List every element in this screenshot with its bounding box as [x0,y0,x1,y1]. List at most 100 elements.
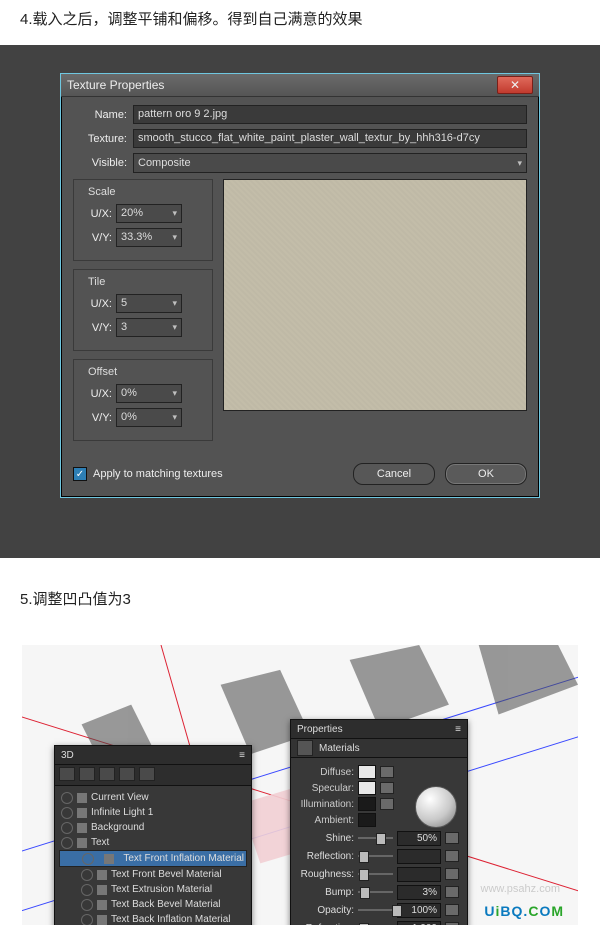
tree-item[interactable]: Background [59,820,247,835]
figure-2-canvas: 3D ≡ Current ViewInfinite Light 1Backgrou… [22,645,578,925]
dialog-titlebar[interactable]: Texture Properties ✕ [61,74,539,97]
visibility-icon[interactable] [61,807,73,819]
tile-ux-select[interactable]: 5▾ [116,294,182,313]
watermark-logo: UiBQ.COM [484,903,564,919]
illumination-swatch[interactable] [358,797,376,811]
scale-ux-select[interactable]: 20%▾ [116,204,182,223]
visible-select[interactable]: Composite ▾ [133,153,527,173]
panel-3d-title: 3D [61,750,74,761]
figure-1-canvas: Texture Properties ✕ Name: pattern oro 9… [0,45,600,558]
panel-properties-sub: Materials [291,739,467,758]
tree-item[interactable]: Infinite Light 1 [59,805,247,820]
ambient-label: Ambient: [299,815,354,826]
offset-vy-select[interactable]: 0%▾ [116,408,182,427]
folder-icon[interactable] [445,850,459,862]
slider-value[interactable] [397,867,441,882]
slider-label: Roughness: [299,869,354,880]
ok-button[interactable]: OK [445,463,527,485]
slider-row: Refraction:1.000 [299,920,459,925]
specular-swatch[interactable] [358,781,376,795]
close-icon: ✕ [510,78,520,92]
visibility-icon[interactable] [61,792,73,804]
tree-item-label: Text Back Inflation Material [111,914,231,925]
tile-header: Tile [82,276,204,288]
dialog-title: Texture Properties [67,78,164,92]
tile-ux-value: 5 [121,295,127,312]
visibility-icon[interactable] [82,853,94,865]
visibility-icon[interactable] [61,822,73,834]
item-icon [77,838,87,848]
texture-preview [223,179,527,411]
slider-value[interactable]: 100% [397,903,441,918]
tile-vy-label: V/Y: [82,322,112,334]
checkbox-checked-icon: ✓ [73,467,87,481]
scale-header: Scale [82,186,204,198]
visibility-icon[interactable] [81,869,93,881]
panel-menu-icon[interactable]: ≡ [239,750,245,761]
slider-thumb[interactable] [359,869,369,881]
tree-item[interactable]: Text Back Inflation Material [59,912,247,925]
scale-vy-label: V/Y: [82,232,112,244]
slider-value[interactable]: 3% [397,885,441,900]
panel-menu-icon[interactable]: ≡ [455,724,461,735]
scale-vy-select[interactable]: 33.3% ▾ [116,228,182,247]
slider-thumb[interactable] [360,887,370,899]
visibility-icon[interactable] [81,899,93,911]
diffuse-swatch[interactable] [358,765,376,779]
panel-3d[interactable]: 3D ≡ Current ViewInfinite Light 1Backgrou… [54,745,252,925]
offset-ux-select[interactable]: 0%▾ [116,384,182,403]
folder-icon[interactable] [445,832,459,844]
folder-icon[interactable] [380,782,394,794]
slider-thumb[interactable] [376,833,386,845]
cancel-button[interactable]: Cancel [353,463,435,485]
tree-item[interactable]: Text [59,835,247,850]
offset-vy-label: V/Y: [82,412,112,424]
texture-input[interactable]: smooth_stucco_flat_white_paint_plaster_w… [133,129,527,148]
chevron-down-icon: ▾ [172,229,177,246]
slider-track[interactable] [358,873,393,875]
slider-value[interactable] [397,849,441,864]
tree-item-label: Text [91,837,109,848]
folder-icon[interactable] [445,886,459,898]
apply-matching-label: Apply to matching textures [93,468,223,480]
apply-matching-checkbox[interactable]: ✓ Apply to matching textures [73,467,223,481]
folder-icon[interactable] [380,766,394,778]
chevron-down-icon: ▾ [172,385,177,402]
tree-item[interactable]: Text Front Inflation Material [59,850,247,867]
slider-track[interactable] [358,891,393,893]
slider-label: Opacity: [299,905,354,916]
slider-track[interactable] [358,909,393,911]
folder-icon[interactable] [445,904,459,916]
folder-icon[interactable] [445,868,459,880]
close-button[interactable]: ✕ [497,76,533,94]
scene-tree[interactable]: Current ViewInfinite Light 1Background Te… [55,786,251,925]
slider-track[interactable] [358,855,393,857]
scale-vy-value: 33.3% [121,229,152,246]
folder-icon[interactable] [380,798,394,810]
tree-item[interactable]: Text Back Bevel Material [59,897,247,912]
tile-vy-select[interactable]: 3▾ [116,318,182,337]
tree-item[interactable]: Text Extrusion Material [59,882,247,897]
slider-track[interactable] [358,837,393,839]
panel-properties[interactable]: Properties≡ Materials Diffuse: Specular:… [290,719,468,925]
item-icon [97,900,107,910]
slider-value[interactable]: 50% [397,831,441,846]
visible-label: Visible: [73,157,133,169]
ambient-swatch[interactable] [358,813,376,827]
item-icon [77,808,87,818]
material-preview-sphere[interactable] [415,786,457,828]
visibility-icon[interactable] [81,884,93,896]
panel-3d-filter-tabs[interactable] [55,765,251,786]
visibility-icon[interactable] [81,914,93,925]
slider-thumb[interactable] [392,905,402,917]
tree-item[interactable]: Current View [59,790,247,805]
slider-value[interactable]: 1.000 [397,921,441,925]
slider-thumb[interactable] [359,851,369,863]
name-input[interactable]: pattern oro 9 2.jpg [133,105,527,124]
materials-label: Materials [319,743,360,754]
tree-item[interactable]: Text Front Bevel Material [59,867,247,882]
slider-row: Shine:50% [299,830,459,846]
offset-group: Offset U/X: 0%▾ V/Y: 0%▾ [73,359,213,441]
item-icon [97,885,107,895]
tree-item-label: Text Back Bevel Material [111,899,221,910]
